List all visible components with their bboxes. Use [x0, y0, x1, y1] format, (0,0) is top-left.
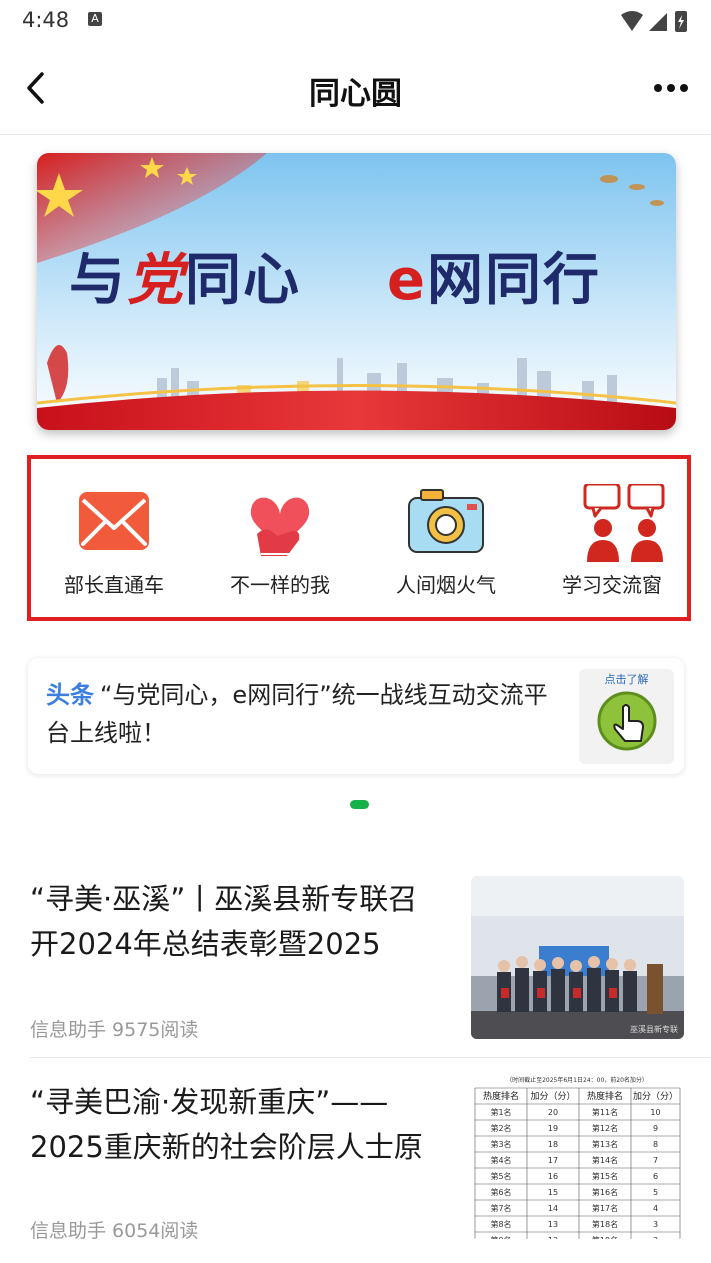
- status-icons: [619, 9, 691, 39]
- notification-a-icon: A: [88, 12, 102, 26]
- quick-link-minister[interactable]: 部长直通车: [31, 459, 197, 617]
- quick-link-study-exchange[interactable]: 学习交流窗: [529, 459, 695, 617]
- banner-word-wangtongxing: 网同行: [426, 248, 601, 313]
- article-title: “寻美巴渝·发现新重庆”——2025重庆新的社会阶层人士原: [30, 1085, 423, 1164]
- article-meta: 信息助手 6054阅读: [30, 1220, 199, 1242]
- more-icon[interactable]: [653, 79, 689, 98]
- table-cell: 第15名: [592, 1171, 618, 1181]
- table-cell: 5: [653, 1188, 658, 1197]
- ranking-table: （时间截止至2025年6月1日24：00，前20名加分）热度排名 加分（分） 热度排…: [474, 1076, 681, 1239]
- status-time: 4:48: [22, 8, 70, 32]
- table-cell: 19: [548, 1124, 558, 1133]
- battery-icon: [675, 11, 687, 32]
- status-bar: 4:48 A: [0, 0, 711, 44]
- banner-word-tongxin: 同心: [185, 248, 301, 313]
- table-cell: 第1名: [490, 1107, 511, 1117]
- wifi-icon: [621, 11, 643, 31]
- table-cell: 第16名: [592, 1187, 618, 1197]
- article-title: “寻美·巫溪”丨巫溪县新专联召开2024年总结表彰暨2025: [30, 882, 418, 961]
- table-caption: （时间截止至2025年6月1日24：00，前20名加分）: [506, 1076, 648, 1084]
- quick-links: 部长直通车 不一样的我 人间烟火气 学习交流窗: [27, 455, 691, 621]
- table-cell: 第9名: [490, 1235, 511, 1239]
- table-cell: 第13名: [592, 1139, 618, 1149]
- table-cell: 18: [548, 1140, 558, 1149]
- banner[interactable]: 与党同心 e网同行: [37, 153, 676, 430]
- table-cell: 9: [653, 1124, 658, 1133]
- table-cell: 2: [653, 1236, 658, 1239]
- table-cell: 4: [653, 1204, 658, 1213]
- table-cell: 8: [653, 1140, 658, 1149]
- headline-card[interactable]: 头条 “与党同心，e网同行”统一战线互动交流平台上线啦！ 点击了解: [28, 658, 684, 774]
- banner-word-yu: 与: [69, 248, 127, 313]
- signal-icon: [649, 13, 667, 31]
- headline-text-block: 头条 “与党同心，e网同行”统一战线互动交流平台上线啦！: [46, 676, 551, 752]
- content: 与党同心 e网同行 部长直通车 不一样的我 人间烟火气 学习交流窗 头条 “与党…: [0, 135, 711, 1263]
- article-item[interactable]: “寻美·巫溪”丨巫溪县新专联召开2024年总结表彰暨2025 信息助手 9575…: [0, 857, 711, 1057]
- table-cell: 第7名: [490, 1203, 511, 1213]
- article-meta: 信息助手 9575阅读: [30, 1019, 199, 1041]
- quick-link-label: 不一样的我: [230, 573, 330, 597]
- table-cell: 6: [653, 1172, 658, 1181]
- table-cell: 第17名: [592, 1203, 618, 1213]
- article-item[interactable]: “寻美巴渝·发现新重庆”——2025重庆新的社会阶层人士原 信息助手 6054阅…: [0, 1058, 711, 1263]
- table-cell: 第6名: [490, 1187, 511, 1197]
- nav-bar: 同心圆: [0, 44, 711, 135]
- article-thumbnail-table: （时间截止至2025年6月1日24：00，前20名加分） 热度排名 加分（分） 热度排…: [471, 1076, 684, 1239]
- envelope-icon: [31, 484, 197, 564]
- page-title: 同心圆: [309, 76, 402, 112]
- table-cell: 12: [548, 1236, 558, 1239]
- table-cell: 第18名: [592, 1219, 618, 1229]
- table-cell: 16: [548, 1172, 558, 1181]
- table-header: 热度排名: [587, 1090, 623, 1102]
- learn-more-label: 点击了解: [604, 673, 649, 686]
- table-cell: 第4名: [490, 1155, 511, 1165]
- table-cell: 第14名: [592, 1155, 618, 1165]
- table-cell: 17: [548, 1156, 558, 1165]
- banner-word-dang: 党: [127, 248, 185, 313]
- learn-more-button[interactable]: 点击了解: [579, 669, 674, 764]
- table-cell: 7: [653, 1156, 658, 1165]
- table-cell: 第2名: [490, 1123, 511, 1133]
- table-header: 加分（分）: [633, 1091, 678, 1102]
- headline-text: “与党同心，e网同行”统一战线互动交流平台上线啦！: [46, 681, 548, 747]
- heart-hand-icon: [197, 484, 363, 564]
- quick-link-label: 学习交流窗: [562, 573, 662, 597]
- table-cell: 第12名: [592, 1123, 618, 1133]
- table-header: 加分（分）: [530, 1091, 575, 1102]
- people-chat-icon: [529, 482, 695, 564]
- table-cell: 第5名: [490, 1171, 511, 1181]
- quick-link-label: 人间烟火气: [396, 573, 496, 597]
- quick-link-daily-life[interactable]: 人间烟火气: [363, 459, 529, 617]
- table-cell: 15: [548, 1188, 558, 1197]
- table-cell: 3: [653, 1220, 658, 1229]
- table-cell: 20: [548, 1108, 558, 1117]
- table-cell: 第11名: [592, 1107, 618, 1117]
- camera-icon: [363, 484, 529, 564]
- table-cell: 第19名: [592, 1235, 618, 1239]
- headline-tag: 头条: [46, 681, 94, 709]
- banner-word-e: e: [387, 248, 427, 313]
- table-cell: 14: [548, 1204, 558, 1213]
- carousel-indicator: [350, 800, 369, 809]
- table-cell: 13: [548, 1220, 558, 1229]
- quick-link-different-me[interactable]: 不一样的我: [197, 459, 363, 617]
- thumbnail-watermark: 巫溪县新专联: [630, 1025, 678, 1034]
- table-header: 热度排名: [483, 1090, 519, 1102]
- quick-link-label: 部长直通车: [64, 573, 164, 597]
- banner-slogan: 与党同心 e网同行: [37, 235, 676, 313]
- table-cell: 10: [650, 1108, 660, 1117]
- table-cell: 第8名: [490, 1219, 511, 1229]
- table-cell: 第3名: [490, 1139, 511, 1149]
- article-thumbnail: 巫溪县新专联: [471, 876, 684, 1039]
